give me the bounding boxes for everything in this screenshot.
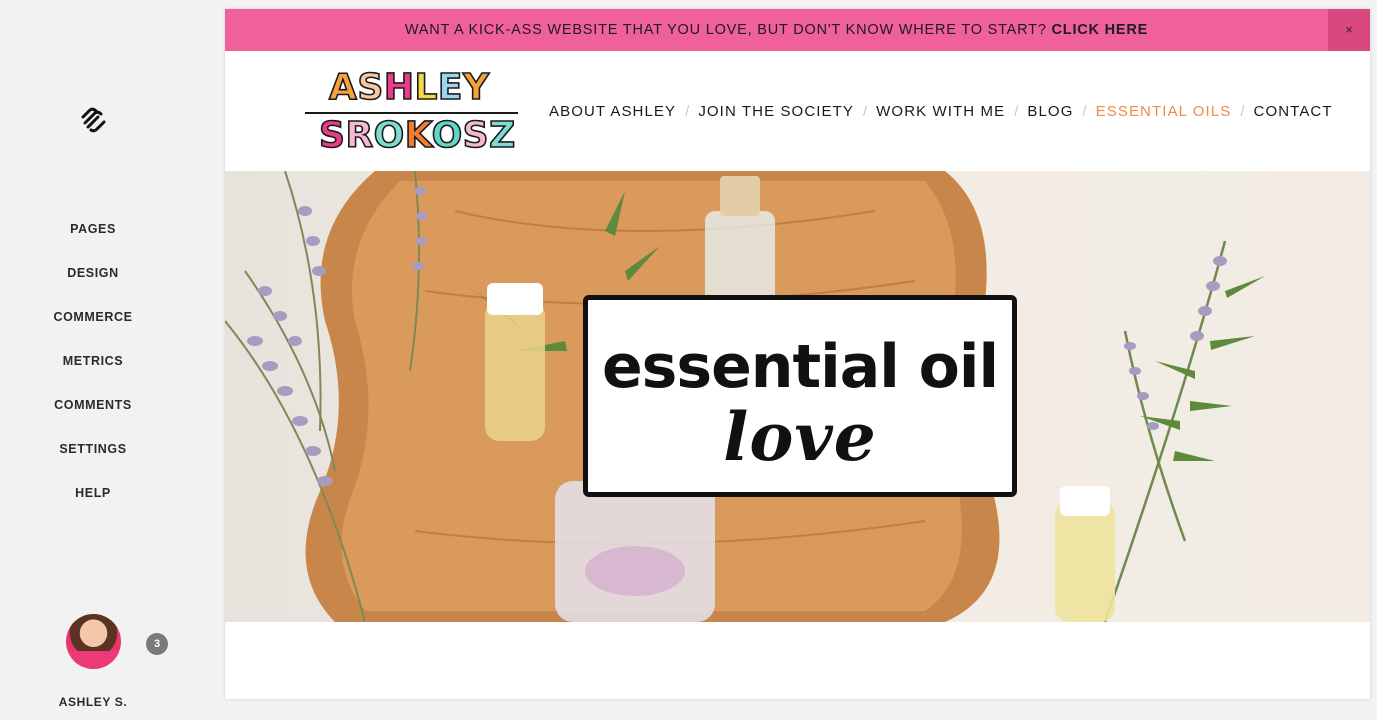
sidebar-item-settings[interactable]: SETTINGS	[0, 438, 186, 482]
hero-title: essential oil	[601, 332, 999, 402]
logo-first-name: ASHLEY	[328, 66, 490, 109]
logo-letter: S	[318, 114, 346, 157]
logo-letter: Z	[488, 114, 516, 157]
sidebar-nav: PAGES DESIGN COMMERCE METRICS COMMENTS S…	[0, 218, 186, 526]
logo-letter: R	[345, 114, 374, 157]
nav-essential-oils[interactable]: ESSENTIAL OILS	[1096, 103, 1232, 120]
user-avatar[interactable]	[66, 614, 121, 669]
sidebar-item-help[interactable]: HELP	[0, 482, 186, 526]
hero-banner: essential oil love	[225, 171, 1370, 622]
logo-letter: L	[414, 66, 439, 109]
hero-subtitle: love	[723, 398, 877, 476]
nav-separator: /	[1082, 102, 1087, 120]
logo-letter: O	[373, 114, 405, 157]
sidebar-item-comments[interactable]: COMMENTS	[0, 394, 186, 438]
logo-letter: S	[462, 114, 490, 157]
nav-separator: /	[863, 102, 868, 120]
announcement-cta-link[interactable]: CLICK HERE	[1052, 22, 1149, 38]
squarespace-logo-icon[interactable]	[79, 106, 107, 134]
site-header: ASHLEY SROKOSZ ABOUT ASHLEY / JOIN THE S…	[225, 51, 1370, 171]
logo-letter: O	[431, 114, 463, 157]
logo-letter: S	[357, 66, 385, 109]
nav-separator: /	[1014, 102, 1019, 120]
notification-badge[interactable]: 3	[146, 633, 168, 655]
sidebar-item-metrics[interactable]: METRICS	[0, 350, 186, 394]
site-preview-frame: WANT A KICK-ASS WEBSITE THAT YOU LOVE, B…	[225, 9, 1370, 699]
logo-divider	[305, 112, 518, 114]
logo-letter: E	[437, 66, 463, 109]
main-navigation: ABOUT ASHLEY / JOIN THE SOCIETY / WORK W…	[549, 51, 1333, 171]
hero-title-card: essential oil love	[583, 295, 1017, 497]
nav-about-ashley[interactable]: ABOUT ASHLEY	[549, 103, 676, 120]
nav-blog[interactable]: BLOG	[1027, 103, 1073, 120]
logo-letter: K	[404, 114, 432, 157]
nav-contact[interactable]: CONTACT	[1254, 103, 1333, 120]
logo-letter: Y	[462, 66, 490, 109]
announcement-close-button[interactable]: ×	[1328, 9, 1370, 51]
announcement-text[interactable]: WANT A KICK-ASS WEBSITE THAT YOU LOVE, B…	[225, 9, 1328, 51]
logo-letter: H	[383, 66, 415, 109]
user-name[interactable]: ASHLEY S.	[0, 695, 186, 709]
site-logo[interactable]: ASHLEY SROKOSZ	[305, 65, 520, 157]
editor-sidebar: PAGES DESIGN COMMERCE METRICS COMMENTS S…	[0, 0, 186, 720]
nav-separator: /	[1240, 102, 1245, 120]
logo-letter: A	[328, 66, 358, 109]
announcement-message: WANT A KICK-ASS WEBSITE THAT YOU LOVE, B…	[404, 22, 1052, 38]
sidebar-item-design[interactable]: DESIGN	[0, 262, 186, 306]
sidebar-item-commerce[interactable]: COMMERCE	[0, 306, 186, 350]
nav-join-the-society[interactable]: JOIN THE SOCIETY	[698, 103, 854, 120]
nav-separator: /	[685, 102, 690, 120]
nav-work-with-me[interactable]: WORK WITH ME	[876, 103, 1005, 120]
sidebar-item-pages[interactable]: PAGES	[0, 218, 186, 262]
logo-last-name: SROKOSZ	[318, 114, 516, 157]
announcement-bar[interactable]: WANT A KICK-ASS WEBSITE THAT YOU LOVE, B…	[225, 9, 1370, 51]
